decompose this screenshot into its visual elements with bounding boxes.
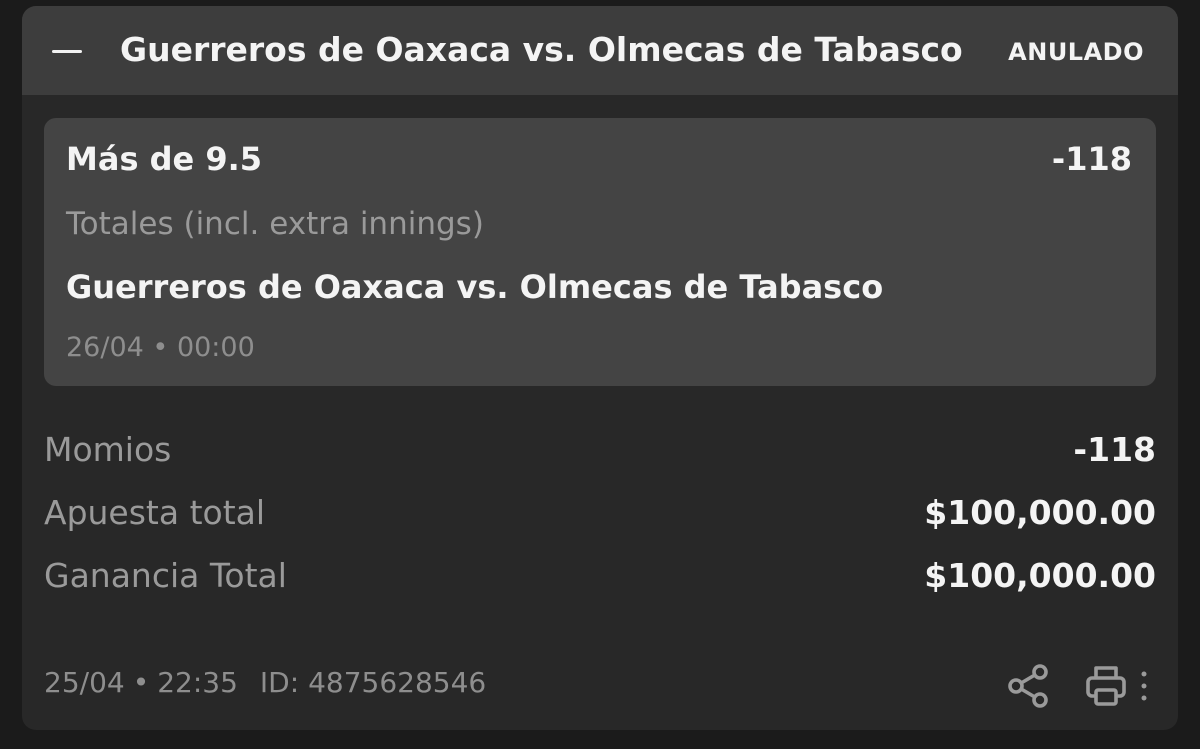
selection-date: 26/04 bbox=[66, 332, 144, 363]
share-icon[interactable] bbox=[1004, 662, 1052, 710]
summary-row-odds: Momios -118 bbox=[44, 430, 1156, 474]
collapse-icon[interactable] bbox=[52, 50, 82, 53]
stake-label: Apuesta total bbox=[44, 493, 266, 532]
bet-id-value: 4875628546 bbox=[308, 666, 487, 699]
print-icon[interactable] bbox=[1082, 662, 1130, 710]
bet-header[interactable]: Guerreros de Oaxaca vs. Olmecas de Tabas… bbox=[22, 6, 1178, 95]
bet-id-label: ID: bbox=[259, 666, 300, 699]
bet-card: Guerreros de Oaxaca vs. Olmecas de Tabas… bbox=[22, 6, 1178, 730]
bet-meta: 25/04 • 22:35 ID: 4875628546 bbox=[44, 666, 486, 699]
payout-label: Ganancia Total bbox=[44, 556, 287, 595]
stake-value: $100,000.00 bbox=[924, 493, 1156, 532]
selection-separator: • bbox=[152, 332, 169, 363]
more-vertical-icon[interactable] bbox=[1138, 670, 1150, 702]
meta-separator: • bbox=[132, 666, 150, 699]
selection-odds: -118 bbox=[1051, 140, 1132, 178]
selection-card: Más de 9.5 -118 Totales (incl. extra inn… bbox=[44, 118, 1156, 386]
placed-date: 25/04 bbox=[44, 666, 125, 699]
summary-row-payout: Ganancia Total $100,000.00 bbox=[44, 556, 1156, 600]
odds-label: Momios bbox=[44, 430, 172, 469]
payout-value: $100,000.00 bbox=[924, 556, 1156, 595]
selection-event: Guerreros de Oaxaca vs. Olmecas de Tabas… bbox=[66, 268, 884, 306]
odds-value: -118 bbox=[1073, 430, 1156, 469]
summary-row-stake: Apuesta total $100,000.00 bbox=[44, 493, 1156, 537]
selection-time: 00:00 bbox=[176, 332, 255, 363]
selection-datetime: 26/04 • 00:00 bbox=[66, 332, 255, 363]
status-badge: ANULADO bbox=[1008, 38, 1144, 66]
selection-market: Totales (incl. extra innings) bbox=[66, 206, 484, 242]
placed-time: 22:35 bbox=[157, 666, 238, 699]
selection-pick: Más de 9.5 bbox=[66, 140, 263, 178]
header-title: Guerreros de Oaxaca vs. Olmecas de Tabas… bbox=[120, 30, 963, 69]
